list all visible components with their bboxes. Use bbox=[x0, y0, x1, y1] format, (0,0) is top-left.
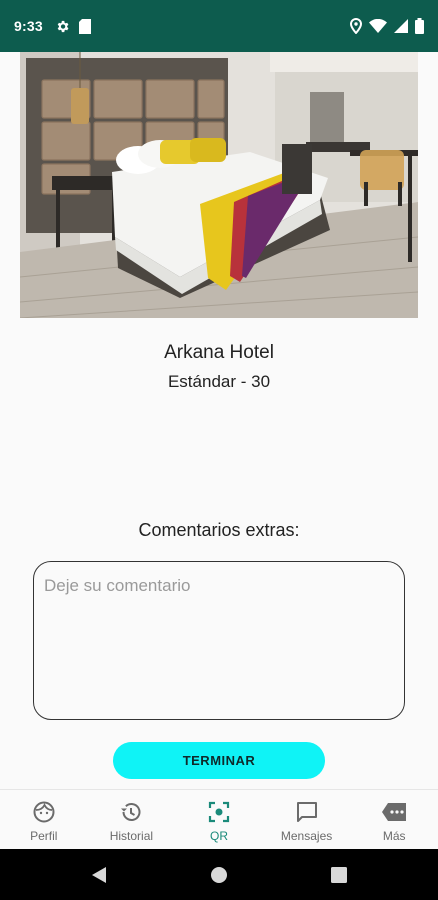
status-time: 9:33 bbox=[14, 18, 43, 34]
nav-label-qr: QR bbox=[209, 829, 228, 843]
nav-label-mensajes: Mensajes bbox=[280, 829, 333, 843]
battery-icon bbox=[415, 18, 424, 34]
message-icon bbox=[295, 800, 319, 824]
status-bar: 9:33 bbox=[0, 0, 438, 52]
system-navigation-bar bbox=[0, 849, 438, 900]
room-info: Estándar - 30 bbox=[167, 372, 271, 391]
recents-icon[interactable] bbox=[331, 866, 347, 883]
gear-icon bbox=[55, 19, 70, 34]
comment-input[interactable] bbox=[33, 561, 405, 720]
more-icon bbox=[381, 800, 407, 824]
back-icon[interactable] bbox=[91, 866, 107, 884]
status-right-icons bbox=[350, 18, 424, 34]
nav-item-perfil[interactable]: Perfil bbox=[0, 790, 88, 849]
bottom-nav: Perfil Historial QR Mensajes Más bbox=[0, 789, 438, 849]
sim-card-icon bbox=[78, 18, 91, 34]
finish-button[interactable]: TERMINAR bbox=[113, 742, 325, 779]
wifi-icon bbox=[369, 19, 387, 33]
comments-label: Comentarios extras: bbox=[138, 520, 300, 540]
nav-item-qr[interactable]: QR bbox=[175, 790, 263, 849]
nav-label-mas: Más bbox=[382, 829, 406, 843]
nav-label-perfil: Perfil bbox=[30, 829, 58, 843]
home-icon[interactable] bbox=[210, 866, 228, 884]
history-icon bbox=[119, 800, 143, 824]
nav-item-mas[interactable]: Más bbox=[350, 790, 438, 849]
qr-scanner-icon bbox=[207, 800, 231, 824]
nav-item-historial[interactable]: Historial bbox=[88, 790, 176, 849]
hotel-name: Arkana Hotel bbox=[164, 342, 274, 363]
face-icon bbox=[32, 800, 56, 824]
status-left-icons bbox=[55, 18, 91, 34]
location-icon bbox=[350, 18, 362, 34]
nav-label-historial: Historial bbox=[109, 829, 154, 843]
signal-icon bbox=[394, 19, 408, 33]
nav-item-mensajes[interactable]: Mensajes bbox=[263, 790, 351, 849]
hotel-room-image bbox=[20, 52, 418, 318]
screen: 9:33 Arkana Hotel Estándar - 30 Comentar… bbox=[0, 0, 438, 900]
